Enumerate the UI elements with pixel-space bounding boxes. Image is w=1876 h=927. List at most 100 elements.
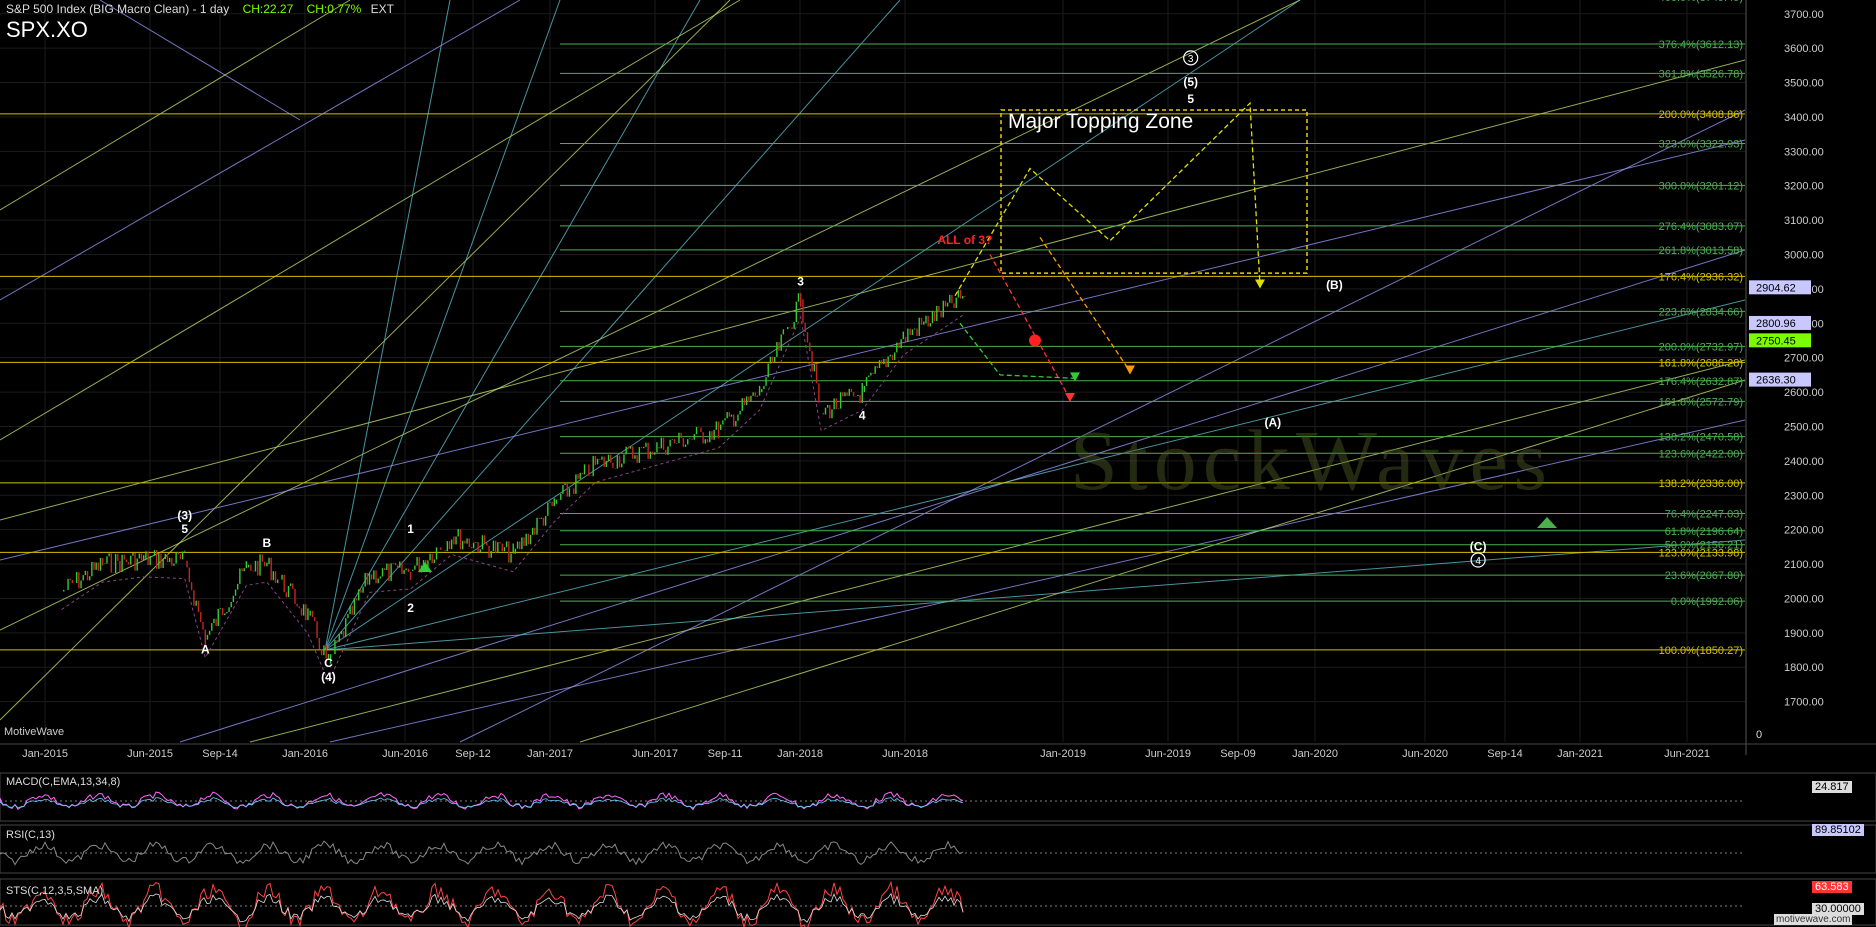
fib-level-label: 0.0%(1992.06) <box>1671 596 1743 608</box>
x-tick-label: Jan-2016 <box>282 748 328 760</box>
price-series <box>61 289 966 684</box>
fib-level-label: 300.0%(3201.12) <box>1659 180 1743 192</box>
circled-wave-label: 3 <box>1188 54 1194 65</box>
fib-level-label: 376.4%(3612.13) <box>1659 39 1743 51</box>
buy-triangle-icon <box>418 562 432 572</box>
stoch-value: 63.583 <box>1812 881 1852 893</box>
stoch-level: 30.00000 <box>1812 903 1864 915</box>
stoch-label: STS(C,12,3,5,SMA) <box>6 885 104 897</box>
y-tick-label: 2400.00 <box>1784 456 1824 468</box>
y-tick-label: 3200.00 <box>1784 181 1824 193</box>
x-tick-label: Jan-2021 <box>1557 748 1603 760</box>
rsi-label: RSI(C,13) <box>6 829 55 841</box>
y-tick-label: 3400.00 <box>1784 112 1824 124</box>
chart-title: S&P 500 Index (BIG Macro Clean) - 1 day <box>6 2 230 16</box>
macd-label: MACD(C,EMA,13,34,8) <box>6 776 121 788</box>
x-tick-label: Sep-09 <box>1220 748 1255 760</box>
wave-label: 2 <box>407 601 414 615</box>
fib-level-label: 138.2%(2470.58) <box>1659 432 1743 444</box>
x-tick-label: Jun-2017 <box>632 748 678 760</box>
x-tick-label: Jan-2019 <box>1040 748 1086 760</box>
price-axis[interactable]: 3700.00 3600.00 3500.00 3400.00 3300.00 3200.… <box>1745 0 1876 755</box>
price-badge-label: 2904.62 <box>1756 282 1796 294</box>
fib-level-label: 123.6%(2422.00) <box>1659 448 1743 460</box>
fib-level-label: 123.6%(2133.98) <box>1659 547 1743 559</box>
target-triangle-icon <box>1537 517 1557 528</box>
x-tick-label: Sep-14 <box>202 748 237 760</box>
x-tick-label: Jun-2018 <box>882 748 928 760</box>
gann-fan-lines <box>0 0 1746 743</box>
macd-panel <box>0 772 1876 822</box>
wave-label: 4 <box>859 409 866 423</box>
x-tick-label: Jun-2019 <box>1145 748 1191 760</box>
y-tick-label: 2600.00 <box>1784 387 1824 399</box>
projection-arrow <box>1065 392 1075 402</box>
fib-level-label: 161.8%(2686.28) <box>1659 357 1743 369</box>
topping-zone <box>1000 109 1308 274</box>
wave-label: (B) <box>1326 278 1343 292</box>
wave-label: C <box>324 656 333 670</box>
wave-label: (3) <box>177 508 192 522</box>
price-badge-label: 2750.45 <box>1756 335 1796 347</box>
wave-label: (4) <box>321 670 336 684</box>
symbol-label: SPX.XO <box>6 17 88 42</box>
wave-label: ALL of 3? <box>937 233 992 247</box>
fib-level-label: 361.8%(3526.78) <box>1659 68 1743 80</box>
moving-average <box>61 313 966 684</box>
fib-level-label: 61.8%(2196.64) <box>1665 526 1743 538</box>
x-tick-label: Sep-12 <box>455 748 490 760</box>
chart-canvas[interactable]: 400.0%(3749.49) 376.4%(3612.13) 361.8%(352… <box>0 0 1876 927</box>
fib-level-label: 400.0%(3749.49) <box>1659 0 1743 4</box>
y-tick-label: 3100.00 <box>1784 215 1824 227</box>
ext-badge[interactable]: EXT <box>371 2 394 16</box>
alert-icon <box>1029 334 1041 347</box>
wave-label: B <box>263 536 272 550</box>
y-tick-label: 3000.00 <box>1784 250 1824 262</box>
wave-label: (C) <box>1470 539 1487 553</box>
wave-label: (5) <box>1183 75 1198 89</box>
macd-value: 24.817 <box>1812 781 1852 793</box>
wave-label: 1 <box>407 522 414 536</box>
fib-level-label: 176.4%(2936.32) <box>1659 271 1743 283</box>
y-tick-label: 2000.00 <box>1784 593 1824 605</box>
y-tick-label: 1700.00 <box>1784 697 1824 709</box>
y-tick-label: 2700.00 <box>1784 353 1824 365</box>
fib-level-label: 200.0%(2732.97) <box>1659 341 1743 353</box>
date-axis[interactable]: Jan-2015 Jun-2015 Sep-14 Jan-2016 Jun-2016 Se… <box>0 743 1876 760</box>
indicator-panels <box>0 772 1876 927</box>
chart-header: S&P 500 Index (BIG Macro Clean) - 1 day … <box>6 2 394 16</box>
x-tick-label: Jun-2016 <box>382 748 428 760</box>
motivewave-site[interactable]: motivewave.com <box>1774 914 1853 925</box>
x-tick-label: Jan-2018 <box>777 748 823 760</box>
projection-arrow <box>1125 365 1135 375</box>
wave-label: 5 <box>1187 92 1194 106</box>
stockwaves-watermark: StockWaves <box>1070 412 1553 508</box>
stoch-panel <box>0 878 1876 926</box>
y-tick-label: 3300.00 <box>1784 146 1824 158</box>
circled-wave-label: 4 <box>1475 556 1481 567</box>
motivewave-logo: MotiveWave <box>4 726 65 738</box>
gann-line <box>0 0 731 721</box>
y-tick-label: 3500.00 <box>1784 78 1824 90</box>
y-tick-label: 1900.00 <box>1784 628 1824 640</box>
fib-level-label: 76.4%(2247.03) <box>1665 508 1743 520</box>
grid <box>0 0 1745 742</box>
x-tick-label: Sep-11 <box>708 748 743 760</box>
fib-level-label: 276.4%(3083.07) <box>1659 221 1743 233</box>
axis-zero-marker: 0 <box>1756 729 1762 741</box>
fib-level-label: 223.6%(2834.66) <box>1659 306 1743 318</box>
y-tick-label: 3600.00 <box>1784 43 1824 55</box>
y-tick-label: 2300.00 <box>1784 490 1824 502</box>
fib-level-label: 138.2%(2336.00) <box>1659 478 1743 490</box>
fib-level-label: 176.4%(2632.87) <box>1659 376 1743 388</box>
x-tick-label: Jan-2020 <box>1292 748 1338 760</box>
x-tick-label: Jun-2020 <box>1402 748 1448 760</box>
price-badge-label: 2800.96 <box>1756 318 1796 330</box>
projection-arrow <box>1255 279 1265 289</box>
y-tick-label: 2200.00 <box>1784 525 1824 537</box>
fib-level-label: 323.6%(3322.93) <box>1659 138 1743 150</box>
y-tick-label: 2500.00 <box>1784 421 1824 433</box>
x-tick-label: Jun-2015 <box>127 748 173 760</box>
fib-level-label: 23.6%(2067.80) <box>1665 570 1743 582</box>
projection-path <box>1039 236 1131 372</box>
